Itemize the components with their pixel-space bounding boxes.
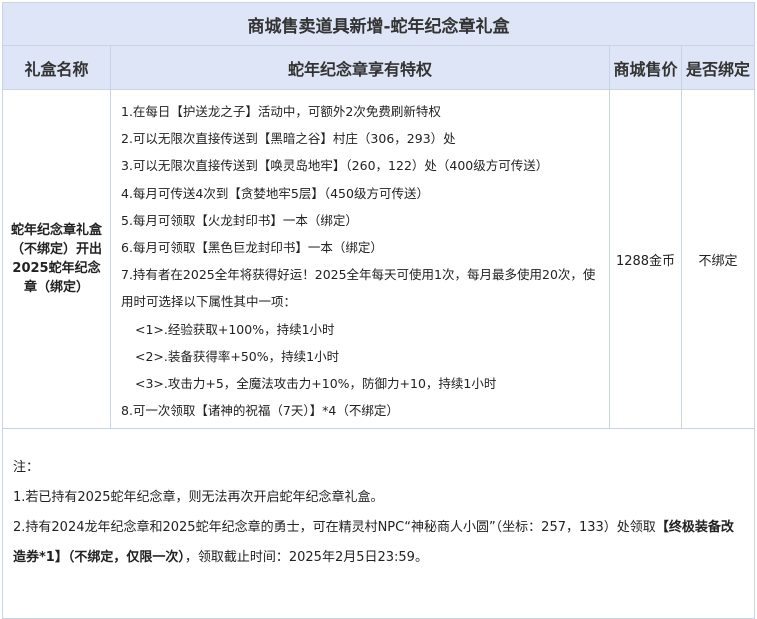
binding-value: 不绑定	[681, 88, 755, 430]
notes-section: 注： 1.若已持有2025蛇年纪念章，则无法再次开启蛇年纪念章礼盒。 2.持有2…	[2, 428, 755, 619]
privilege-item: 6.每月可领取【黑色巨龙封印书】一本（绑定）	[121, 240, 383, 256]
note-text: 2.持有2024龙年纪念章和2025蛇年纪念章的勇士，可在精灵村NPC“神秘商人…	[13, 520, 656, 536]
privilege-option: <2>.装备获得率+50%，持续1小时	[135, 348, 340, 364]
price-value: 1288金币	[609, 88, 682, 430]
table-title: 商城售卖道具新增-蛇年纪念章礼盒	[2, 2, 755, 46]
privilege-item: 3.可以无限次直接传送到【唤灵岛地牢】（260，122）处（400级方可传送）	[121, 158, 549, 174]
column-header-privileges: 蛇年纪念章享有特权	[110, 45, 610, 90]
privilege-item: 8.可一次领取【诸神的祝福（7天）】*4（不绑定）	[121, 403, 399, 419]
column-header-name: 礼盒名称	[2, 45, 111, 90]
privilege-option: <3>.攻击力+5，全魔法攻击力+10%，防御力+10，持续1小时	[135, 376, 497, 392]
privilege-item: 5.每月可领取【火龙封印书】一本（绑定）	[121, 212, 358, 228]
table-row: 蛇年纪念章礼盒（不绑定）开出2025蛇年纪念章（绑定） 1.在每日【护送龙之子】…	[2, 88, 755, 430]
gift-box-name: 蛇年纪念章礼盒（不绑定）开出2025蛇年纪念章（绑定）	[2, 88, 111, 430]
privilege-option: <1>.经验获取+100%，持续1小时	[135, 321, 335, 337]
column-header-binding: 是否绑定	[681, 45, 755, 90]
note-item: 2.持有2024龙年纪念章和2025蛇年纪念章的勇士，可在精灵村NPC“神秘商人…	[13, 513, 744, 573]
column-header-price: 商城售价	[609, 45, 682, 90]
promo-table: 商城售卖道具新增-蛇年纪念章礼盒 礼盒名称 蛇年纪念章享有特权 商城售价 是否绑…	[2, 2, 755, 619]
page: 商城售卖道具新增-蛇年纪念章礼盒 礼盒名称 蛇年纪念章享有特权 商城售价 是否绑…	[0, 0, 757, 619]
notes-label: 注：	[13, 460, 40, 476]
privilege-item: 7.持有者在2025全年将获得好运！2025全年每天可使用1次，每月最多使用20…	[121, 267, 596, 310]
note-item: 1.若已持有2025蛇年纪念章，则无法再次开启蛇年纪念章礼盒。	[13, 490, 384, 506]
note-deadline: ，领取截止时间：2025年2月5日23:59。	[184, 550, 428, 566]
privilege-item: 4.每月可传送4次到【贪婪地牢5层】（450级方可传送）	[121, 185, 429, 201]
privilege-item: 1.在每日【护送龙之子】活动中，可额外2次免费刷新特权	[121, 104, 441, 119]
privileges-cell: 1.在每日【护送龙之子】活动中，可额外2次免费刷新特权 2.可以无限次直接传送到…	[110, 88, 610, 430]
privilege-item: 2.可以无限次直接传送到【黑暗之谷】村庄（306，293）处	[121, 131, 456, 147]
